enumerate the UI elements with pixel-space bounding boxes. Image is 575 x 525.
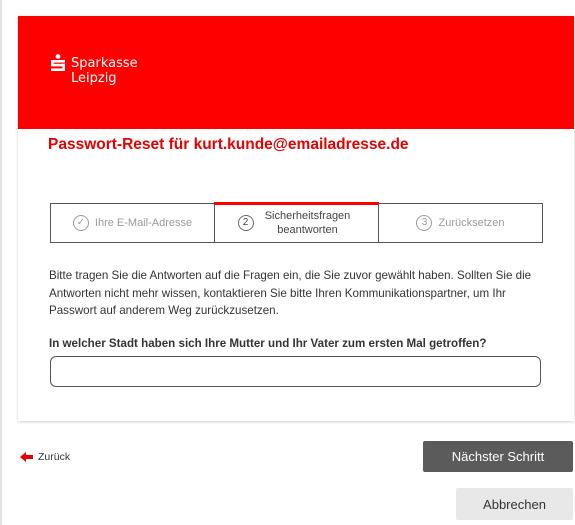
brand-header: Sparkasse Leipzig (18, 16, 574, 129)
step-security-questions: 2 Sicherheitsfragen beantworten (214, 202, 379, 242)
sparkasse-logo-icon (51, 54, 65, 71)
back-label: Zurück (38, 451, 71, 463)
step-number: 2 (237, 215, 254, 231)
step-number: 3 (416, 215, 433, 231)
security-question-label: In welcher Stadt haben sich Ihre Mutter … (49, 337, 487, 350)
arrow-left-icon (20, 452, 33, 462)
reset-card: Sparkasse Leipzig Passwort-Reset für kur… (18, 16, 574, 421)
brand-name-line2: Leipzig (71, 71, 117, 86)
instructions-text: Bitte tragen Sie die Antworten auf die F… (49, 269, 532, 317)
security-answer-input[interactable] (50, 356, 541, 387)
page-title: Passwort-Reset für kurt.kunde@emailadres… (48, 136, 409, 153)
step-email: ✓ Ihre E-Mail-Adresse (51, 204, 214, 242)
brand-name-line1: Sparkasse (71, 56, 138, 71)
step-reset: 3 Zurücksetzen (378, 204, 542, 242)
brand-name: Sparkasse Leipzig (71, 56, 138, 86)
progress-stepper: ✓ Ihre E-Mail-Adresse 2 Sicherheitsfrage… (50, 202, 543, 243)
back-link[interactable]: Zurück (20, 451, 70, 463)
step-label: Zurücksetzen (438, 217, 505, 229)
step-label: Ihre E-Mail-Adresse (94, 217, 193, 229)
check-icon: ✓ (72, 215, 89, 231)
next-step-button[interactable]: Nächster Schritt (423, 441, 573, 472)
step-label: Sicherheitsfragen beantworten (264, 210, 351, 236)
cancel-button[interactable]: Abbrechen (456, 488, 573, 520)
window-edge (0, 0, 2, 525)
